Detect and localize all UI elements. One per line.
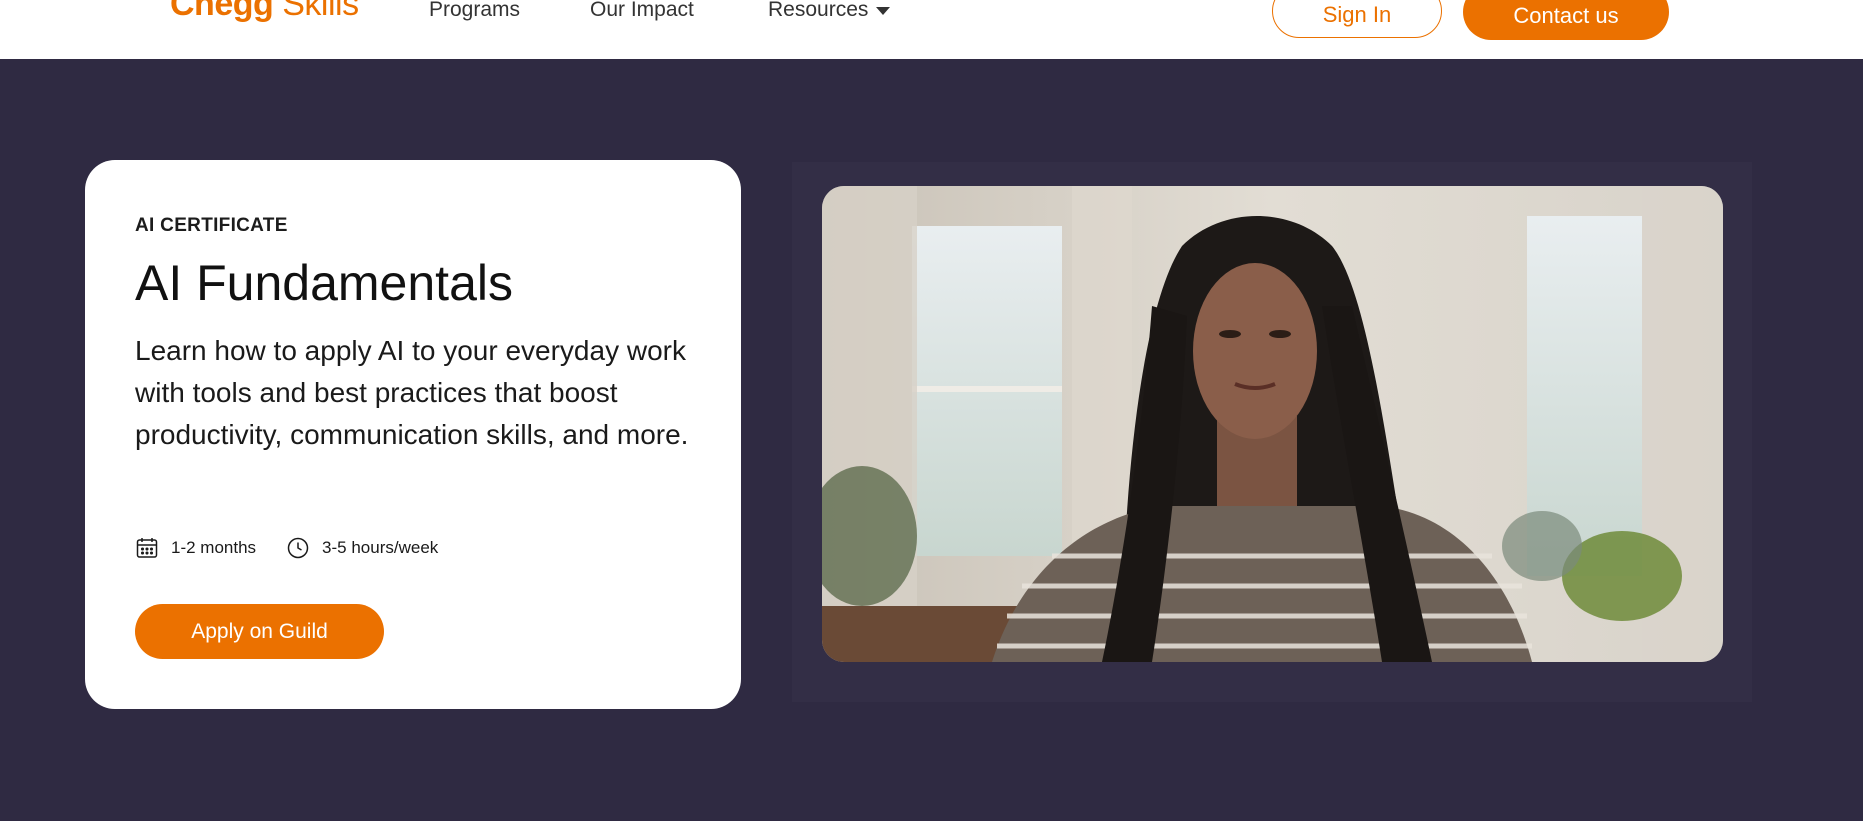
contact-us-button[interactable]: Contact us	[1463, 0, 1669, 40]
program-title: AI Fundamentals	[135, 255, 513, 311]
duration-text: 1-2 months	[171, 538, 257, 557]
woman-portrait-image	[822, 186, 1723, 662]
program-meta: 1-2 months 3-5 hours/week	[135, 536, 438, 560]
effort-text: 3-5 hours/week	[322, 538, 439, 557]
chegg-skills-logo[interactable]: Chegg Skills	[170, 0, 359, 24]
program-description: Learn how to apply AI to your everyday w…	[135, 335, 689, 450]
effort-info: 3-5 hours/week	[286, 536, 438, 560]
program-card: AI CERTIFICATE AI Fundamentals Learn how…	[85, 160, 741, 709]
nav-our-impact[interactable]: Our Impact	[590, 0, 694, 24]
clock-icon	[287, 537, 309, 559]
apply-on-guild-button[interactable]: Apply on Guild	[135, 604, 384, 659]
duration-info: 1-2 months	[135, 536, 256, 560]
program-category: AI CERTIFICATE	[135, 215, 288, 236]
sign-in-button[interactable]: Sign In	[1272, 0, 1442, 38]
nav-resources[interactable]: Resources	[768, 0, 891, 24]
nav-programs[interactable]: Programs	[429, 0, 520, 24]
nav-resources-label: Resources	[768, 0, 869, 21]
chevron-down-icon	[876, 7, 891, 15]
hero-video-still[interactable]	[822, 186, 1723, 662]
calendar-icon	[136, 538, 158, 558]
site-header: Chegg Skills Programs Our Impact Resourc…	[0, 0, 1863, 59]
